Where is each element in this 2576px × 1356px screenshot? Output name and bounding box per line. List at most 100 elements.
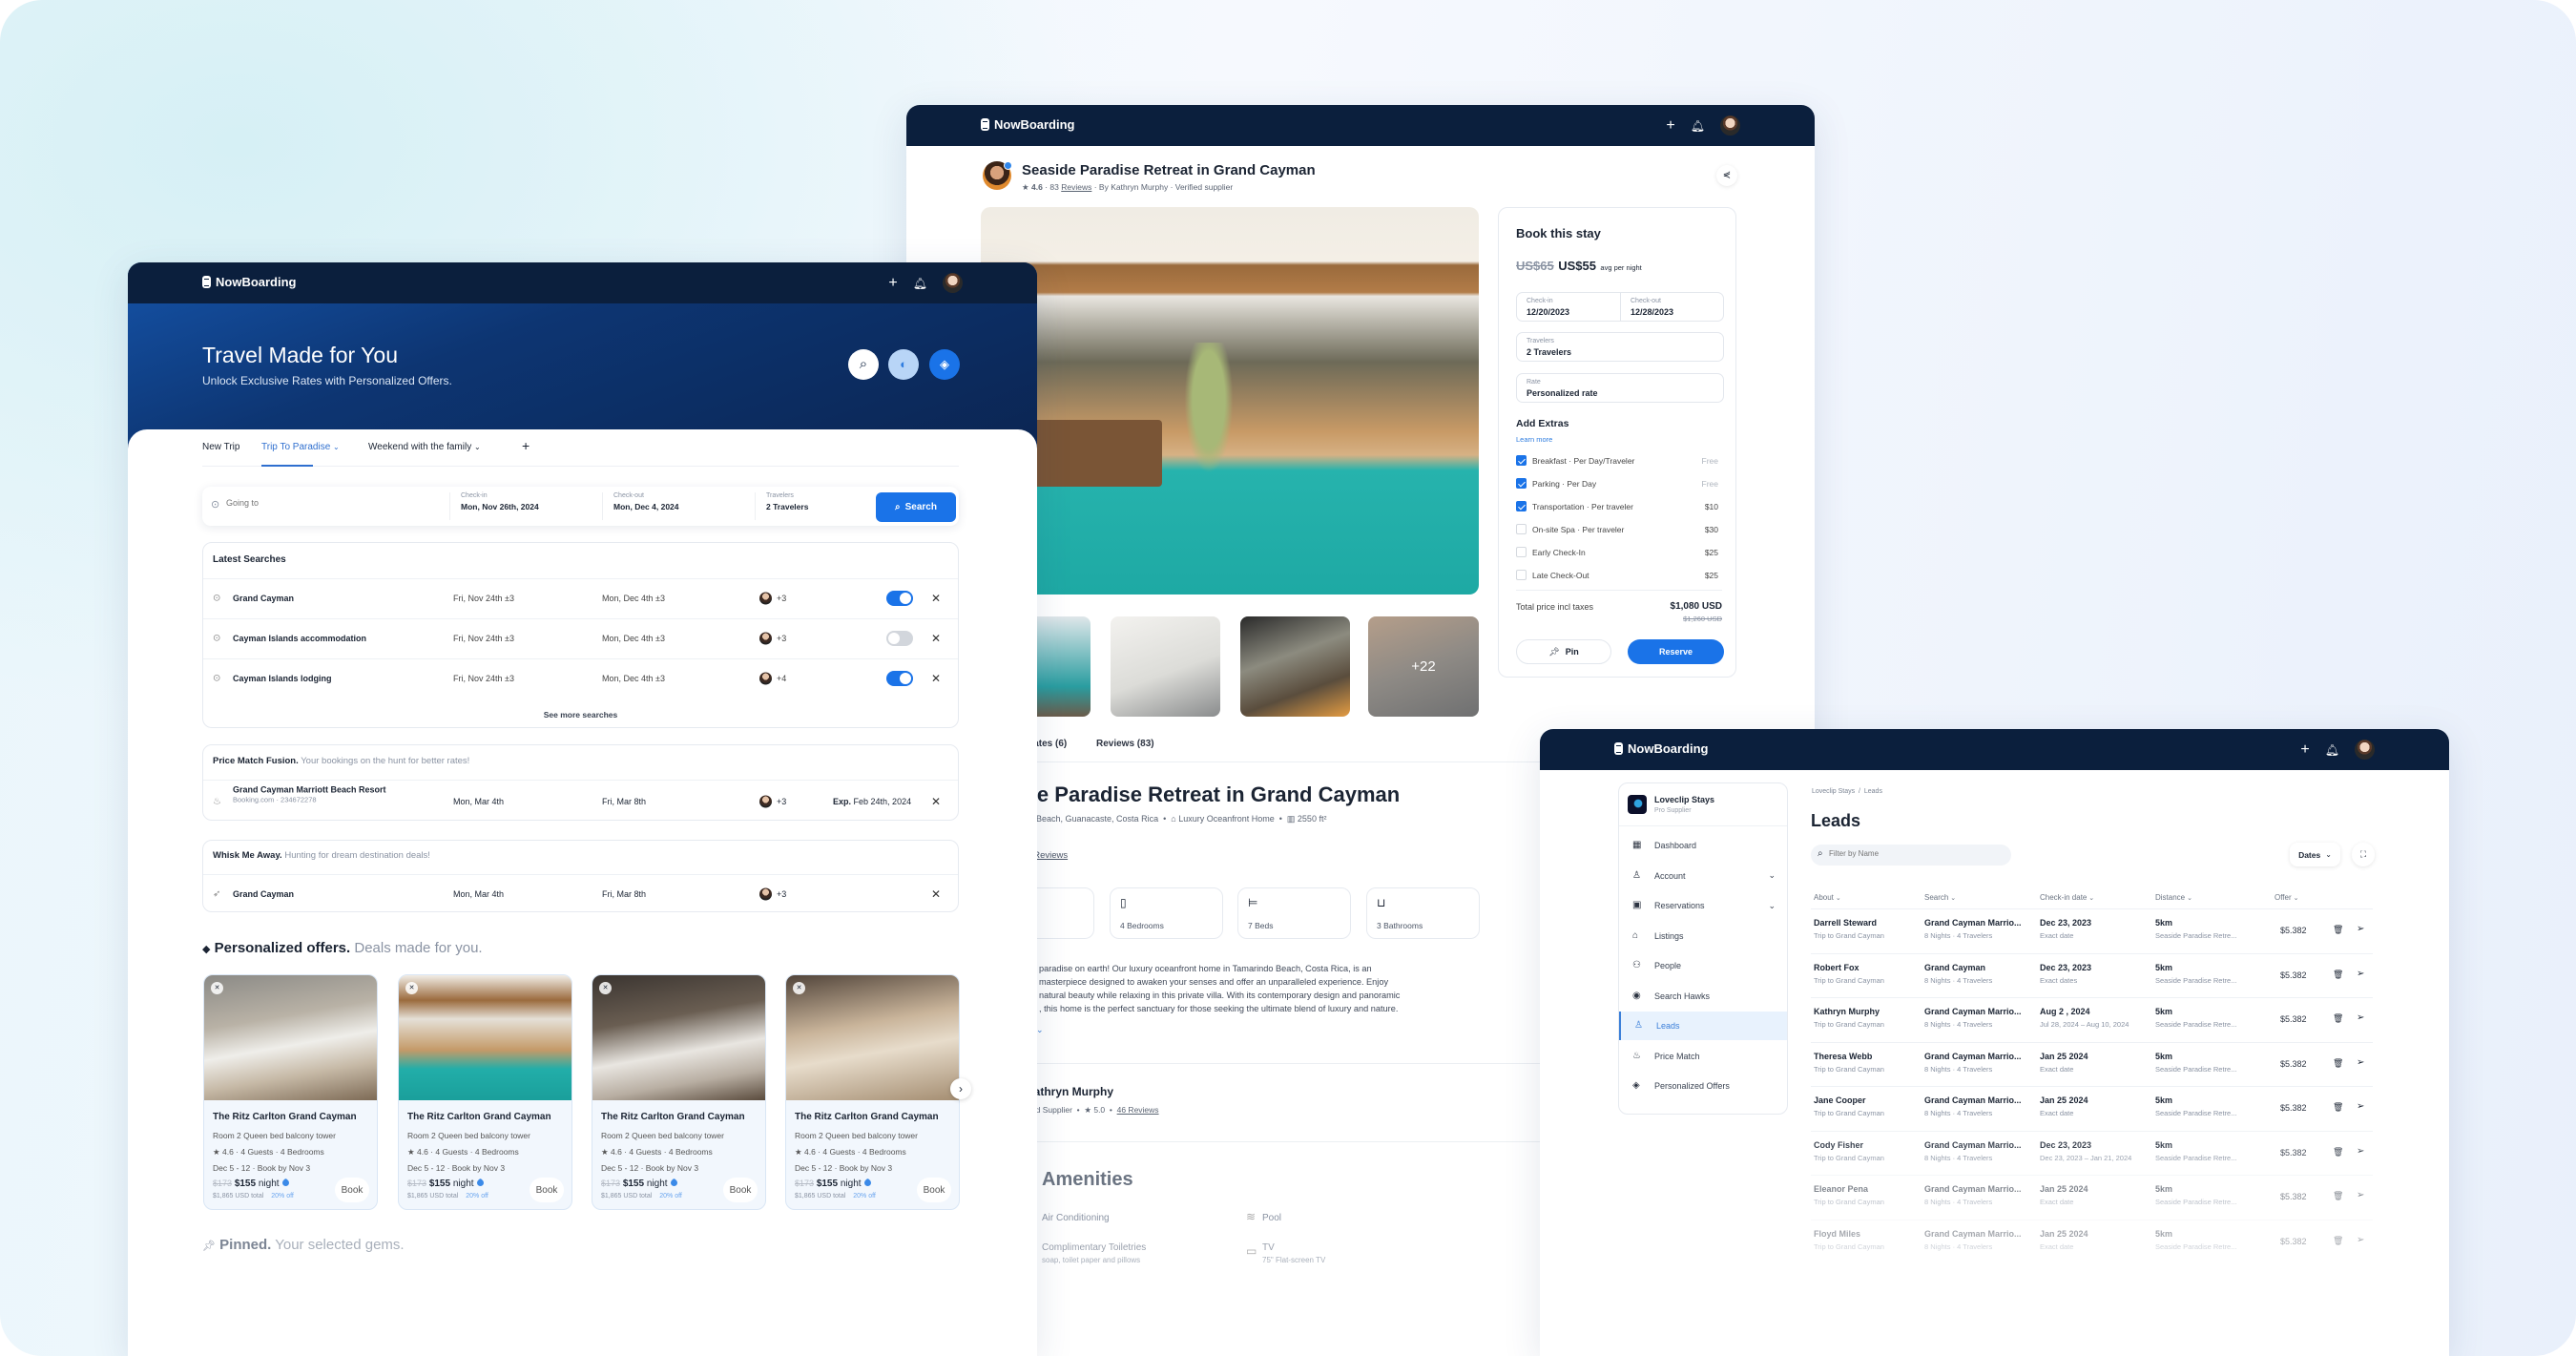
learn-more-link[interactable]: Learn more [1516,435,1552,444]
offer-card[interactable]: ✕ The Ritz Carlton Grand Cayman Room 2 Que… [785,974,960,1210]
bell-icon[interactable]: 🔔︎ [1691,119,1705,133]
book-button[interactable]: Book [335,1178,369,1202]
send-icon[interactable]: ➢ [2357,1012,2364,1023]
photo-thumbnail[interactable] [1111,616,1220,717]
extra-option[interactable]: Breakfast · Per Day/Traveler Free [1516,455,1718,469]
logo[interactable]: NowBoarding [1614,741,1709,756]
table-row[interactable]: Floyd Miles Trip to Grand Cayman Grand Cay… [1811,1219,2373,1263]
extra-option[interactable]: Transportation · Per traveler $10 [1516,501,1718,514]
travelers-field[interactable]: Travelers 2 Travelers [755,492,860,520]
alert-toggle[interactable] [886,631,913,646]
trash-icon[interactable]: 🗑︎ [2333,970,2343,980]
extra-option[interactable]: On-site Spa · Per traveler $30 [1516,524,1718,537]
checkin-field[interactable]: Check-in 12/20/2023 [1516,292,1621,322]
logo[interactable]: NowBoarding [981,117,1075,132]
breadcrumb-item[interactable]: Leads [1864,788,1882,795]
photo-thumbnail[interactable] [1240,616,1350,717]
sidebar-item-price-match[interactable]: ♨ Price Match [1619,1042,1787,1071]
tab-reviews[interactable]: Reviews (83) [1096,739,1154,749]
share-button[interactable]: ⋞ [1716,165,1737,186]
column-header[interactable]: About ⌄ [1814,893,1841,902]
sidebar-item-account[interactable]: ♙ Account ⌄ [1619,862,1787,890]
extra-option[interactable]: Late Check-Out $25 [1516,570,1718,583]
offer-card[interactable]: ✕ The Ritz Carlton Grand Cayman Room 2 Que… [398,974,572,1210]
send-icon[interactable]: ➢ [2357,1146,2364,1157]
trash-icon[interactable]: 🗑︎ [2333,1102,2343,1113]
trash-icon[interactable]: 🗑︎ [2333,1147,2343,1158]
toggle-circle-button[interactable]: ◐ [888,349,919,380]
checkbox[interactable] [1516,547,1527,557]
book-button[interactable]: Book [723,1178,758,1202]
list-item[interactable]: ➶ Grand Cayman Mon, Mar 4th Fri, Mar 8th… [203,874,958,913]
sidebar-item-dashboard[interactable]: ▦ Dashboard [1619,831,1787,860]
list-item[interactable]: ⊙ Cayman Islands accommodation Fri, Nov 24… [203,618,958,657]
rate-field[interactable]: Rate Personalized rate [1516,373,1724,403]
close-icon[interactable]: ✕ [931,632,941,645]
close-icon[interactable]: ✕ [211,982,223,994]
expand-button[interactable]: ⛶ [2352,843,2375,866]
send-icon[interactable]: ➢ [2357,1190,2364,1200]
search-button[interactable]: ⌕ Search [876,492,956,522]
sidebar-item-leads[interactable]: ♙ Leads [1619,1012,1787,1040]
close-icon[interactable]: ✕ [599,982,612,994]
checkbox[interactable] [1516,524,1527,534]
list-item[interactable]: ⊙ Cayman Islands lodging Fri, Nov 24th ±3 M… [203,658,958,698]
checkout-field[interactable]: Check-out 12/28/2023 [1620,292,1724,322]
plus-icon[interactable]: + [888,275,897,292]
send-icon[interactable]: ➢ [2357,1235,2364,1245]
list-item[interactable]: ♨ Grand Cayman Marriott Beach Resort Book… [203,780,958,822]
pin-button[interactable]: 📌︎ Pin [1516,639,1611,664]
going-to-input[interactable] [226,498,341,508]
tab-weekend-with-the-family[interactable]: Weekend with the family ⌄ [368,442,481,452]
tab-new-trip[interactable]: New Trip [202,442,239,452]
column-header[interactable]: Distance ⌄ [2155,893,2192,902]
extra-option[interactable]: Parking · Per Day Free [1516,478,1718,491]
sidebar-item-search-hawks[interactable]: ◉ Search Hawks [1619,982,1787,1011]
close-icon[interactable]: ✕ [405,982,418,994]
avatar[interactable] [2355,740,2375,760]
offer-card[interactable]: ✕ The Ritz Carlton Grand Cayman Room 2 Que… [203,974,378,1210]
bell-icon[interactable]: 🔔︎ [913,277,927,290]
checkbox[interactable] [1516,455,1527,466]
book-button[interactable]: Book [530,1178,564,1202]
list-item[interactable]: ⊙ Grand Cayman Fri, Nov 24th ±3 Mon, Dec 4t… [203,578,958,617]
travelers-field[interactable]: Travelers 2 Travelers [1516,332,1724,362]
table-row[interactable]: Cody Fisher Trip to Grand Cayman Grand Cay… [1811,1130,2373,1175]
avatar[interactable] [1720,115,1740,136]
trash-icon[interactable]: 🗑︎ [2333,1013,2343,1024]
table-row[interactable]: Darrell Steward Trip to Grand Cayman Grand… [1811,908,2373,952]
column-header[interactable]: Check-in date ⌄ [2040,893,2094,902]
bell-icon[interactable]: 🔔︎ [2325,743,2339,757]
column-header[interactable]: Offer ⌄ [2275,893,2298,902]
sidebar-item-listings[interactable]: ⌂ Listings [1619,922,1787,950]
breadcrumb-item[interactable]: Loveclip Stays [1812,788,1855,795]
trash-icon[interactable]: 🗑︎ [2333,925,2343,935]
add-tab-button[interactable]: + [522,438,530,453]
column-header[interactable]: Search ⌄ [1924,893,1956,902]
send-icon[interactable]: ➢ [2357,969,2364,979]
checkbox[interactable] [1516,570,1527,580]
trash-icon[interactable]: 🗑︎ [2333,1058,2343,1069]
filter-by-name-input[interactable] [1829,849,2001,858]
sidebar-item-personalized-offers[interactable]: ◈ Personalized Offers [1619,1072,1787,1100]
plus-icon[interactable]: + [2300,741,2309,759]
avatar[interactable] [943,273,963,293]
sidebar-item-people[interactable]: ⚇ People [1619,951,1787,980]
send-icon[interactable]: ➢ [2357,1057,2364,1068]
table-row[interactable]: Theresa Webb Trip to Grand Cayman Grand Ca… [1811,1041,2373,1086]
extra-option[interactable]: Early Check-In $25 [1516,547,1718,560]
table-row[interactable]: Robert Fox Trip to Grand Cayman Grand Caym… [1811,952,2373,997]
alert-toggle[interactable] [886,591,913,606]
plus-icon[interactable]: + [1666,117,1674,135]
checkbox[interactable] [1516,478,1527,489]
close-icon[interactable]: ✕ [931,887,941,901]
trash-icon[interactable]: 🗑︎ [2333,1236,2343,1246]
table-row[interactable]: Eleanor Pena Trip to Grand Cayman Grand Ca… [1811,1175,2373,1219]
tag-circle-button[interactable]: ◈ [929,349,960,380]
checkbox[interactable] [1516,501,1527,511]
offer-card[interactable]: ✕ The Ritz Carlton Grand Cayman Room 2 Que… [592,974,766,1210]
see-more-searches-link[interactable]: See more searches [203,710,958,720]
trash-icon[interactable]: 🗑︎ [2333,1191,2343,1201]
close-icon[interactable]: ✕ [931,672,941,685]
close-icon[interactable]: ✕ [931,795,941,808]
